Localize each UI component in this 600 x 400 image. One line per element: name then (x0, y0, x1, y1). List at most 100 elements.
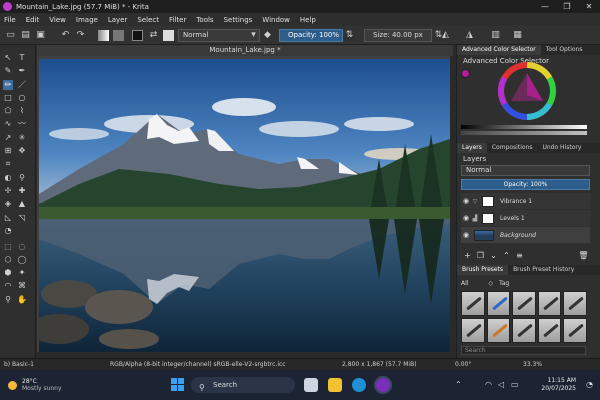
zoom-tool-icon[interactable]: ⚲ (3, 295, 13, 305)
menu-view[interactable]: View (49, 16, 66, 24)
fill-tool-icon[interactable]: ◈ (3, 199, 13, 209)
layer-row[interactable]: ◉ ▽ Vibrance 1 (461, 193, 590, 209)
size-slider[interactable]: Size: 40.00 px (364, 29, 432, 42)
bezier-tool-icon[interactable]: ∿ (3, 119, 13, 129)
crop-tool-icon[interactable]: ⌗ (3, 159, 13, 169)
text-tool-icon[interactable]: T (17, 53, 27, 63)
move-down-icon[interactable]: ⌄ (487, 251, 500, 261)
wifi-icon[interactable]: ◠ (485, 380, 492, 389)
notification-icon[interactable]: ◔ (586, 380, 593, 389)
colorize-mask-icon[interactable]: ✢ (3, 186, 13, 196)
menu-edit[interactable]: Edit (26, 16, 40, 24)
reference-tool-icon[interactable]: ◔ (3, 226, 13, 236)
file-explorer-icon[interactable] (328, 378, 342, 392)
status-zoom[interactable]: 33.3% (523, 361, 542, 368)
tab-layers[interactable]: Layers (457, 143, 487, 153)
brush-preset[interactable] (486, 318, 511, 343)
similar-select-icon[interactable]: ✦ (17, 268, 27, 278)
pattern-icon[interactable] (113, 30, 124, 41)
rectangle-tool-icon[interactable]: □ (3, 93, 13, 103)
gradient-icon[interactable] (98, 30, 109, 41)
selected-color-swatch[interactable] (461, 69, 470, 78)
assistant-tool-icon[interactable]: ◺ (3, 213, 13, 223)
layer-row[interactable]: ◉ ▟ Levels 1 (461, 210, 590, 226)
brush-preset[interactable] (486, 291, 511, 316)
rect-select-icon[interactable]: ⬚ (3, 242, 13, 252)
weather-widget[interactable]: 28°C Mostly sunny (8, 378, 62, 392)
taskbar-search[interactable]: ⚲ Search (191, 377, 295, 393)
tab-advanced-color-selector[interactable]: Advanced Color Selector (457, 45, 541, 55)
menu-select[interactable]: Select (137, 16, 159, 24)
edit-shape-icon[interactable]: ✎ (3, 66, 13, 76)
value-gradient-bar[interactable] (461, 125, 587, 129)
add-layer-icon[interactable]: + (461, 251, 474, 261)
eye-icon[interactable]: ◉ (461, 231, 471, 239)
task-view-icon[interactable] (304, 378, 318, 392)
document-tab[interactable]: Mountain_Lake.jpg * (37, 45, 453, 56)
brush-preset[interactable] (563, 291, 587, 316)
wrap-around-icon[interactable]: ▥ (490, 30, 501, 41)
gradient-tool-icon[interactable]: ◐ (3, 173, 13, 183)
tag-icon[interactable]: ◇ (488, 280, 493, 287)
edge-icon[interactable] (352, 378, 366, 392)
magnetic-select-icon[interactable]: ⌘ (17, 281, 27, 291)
tab-brush-preset-history[interactable]: Brush Preset History (508, 265, 579, 275)
windows-start-icon[interactable] (171, 378, 185, 392)
redo-icon[interactable]: ↷ (75, 30, 86, 41)
brush-preset[interactable] (537, 291, 562, 316)
ellipse-tool-icon[interactable]: ○ (17, 93, 27, 103)
brush-preset[interactable] (563, 318, 587, 343)
tab-compositions[interactable]: Compositions (487, 143, 538, 153)
menu-filter[interactable]: Filter (169, 16, 186, 24)
volume-icon[interactable]: ◁ (498, 380, 504, 389)
swap-colors-icon[interactable]: ⇄ (148, 30, 159, 41)
opacity-stepper-icon[interactable]: ⇅ (344, 30, 355, 41)
color-picker-icon[interactable]: ⚲ (17, 173, 27, 183)
ellipse-select-icon[interactable]: ◌ (17, 242, 27, 252)
brush-search-input[interactable]: Search (461, 346, 586, 355)
bezier-select-icon[interactable]: ◠ (3, 281, 13, 291)
freehand-path-icon[interactable]: 〰 (17, 119, 27, 129)
menu-layer[interactable]: Layer (108, 16, 128, 24)
brush-preset-icon[interactable] (163, 30, 174, 41)
transform-tool-icon[interactable]: ⊞ (3, 146, 13, 156)
brush-filter-select[interactable]: All (461, 280, 468, 287)
enclose-fill-icon[interactable]: ▲ (17, 199, 27, 209)
workspace-icon[interactable]: ▦ (512, 30, 523, 41)
save-icon[interactable]: ▣ (35, 30, 46, 41)
dynamic-brush-icon[interactable]: ↗ (3, 133, 13, 143)
multibrush-icon[interactable]: ✳ (17, 133, 27, 143)
new-document-icon[interactable]: ▭ (5, 30, 16, 41)
measure-tool-icon[interactable]: ◹ (17, 213, 27, 223)
minimize-button[interactable]: — (534, 0, 556, 13)
duplicate-layer-icon[interactable]: ❐ (474, 251, 487, 261)
brush-preset[interactable] (537, 318, 562, 343)
polygon-select-icon[interactable]: ⬡ (3, 255, 13, 265)
brush-preset[interactable] (512, 291, 536, 316)
menu-file[interactable]: File (4, 16, 16, 24)
tab-brush-presets[interactable]: Brush Presets (457, 265, 509, 275)
pan-tool-icon[interactable]: ✋ (17, 295, 27, 305)
layer-blend-mode-select[interactable]: Normal (461, 165, 590, 176)
maximize-button[interactable]: ❐ (556, 0, 578, 13)
open-document-icon[interactable]: ▤ (20, 30, 31, 41)
menu-window[interactable]: Window (262, 16, 290, 24)
eraser-icon[interactable]: ◆ (262, 30, 273, 41)
select-tool-icon[interactable]: ↖ (3, 53, 13, 63)
outline-select-icon[interactable]: ◯ (17, 255, 27, 265)
brush-preset[interactable] (512, 318, 536, 343)
layer-opacity-slider[interactable]: Opacity: 100% (461, 179, 590, 190)
menu-image[interactable]: Image (76, 16, 98, 24)
menu-help[interactable]: Help (300, 16, 316, 24)
status-brush[interactable]: b) Basic-1 (4, 361, 34, 368)
layer-row[interactable]: ◉ Background (461, 227, 590, 243)
foreground-color-icon[interactable] (132, 30, 143, 41)
taskbar-clock[interactable]: 11:15 AM 20/07/2025 (541, 377, 576, 393)
chevron-up-icon[interactable]: ⌃ (455, 380, 462, 389)
color-wheel[interactable] (497, 61, 557, 121)
krita-taskbar-icon[interactable] (374, 376, 392, 394)
status-rotation[interactable]: 0.00° (455, 361, 471, 368)
brush-tool-icon[interactable]: ✏ (3, 80, 13, 90)
menu-settings[interactable]: Settings (224, 16, 253, 24)
mirror-vertical-icon[interactable]: ◮ (464, 30, 475, 41)
